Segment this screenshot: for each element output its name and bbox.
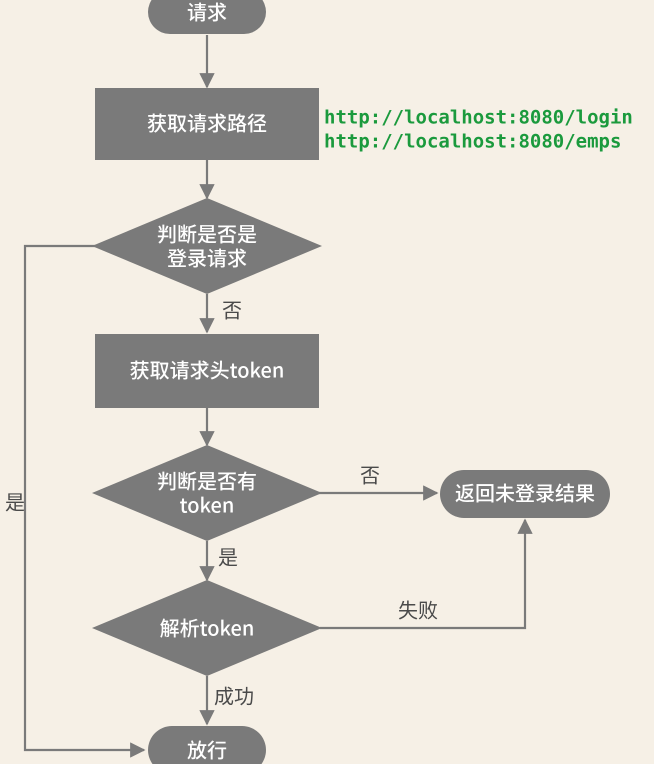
edge-label-islogin-no: 否 <box>222 294 242 323</box>
edge-label-hastoken-no: 否 <box>360 459 380 488</box>
edge-label-parsetoken-fail: 失败 <box>398 594 438 623</box>
node-pass: 放行 <box>148 726 266 764</box>
node-parse-token-label: 解析token <box>160 612 255 641</box>
edge-label-islogin-yes: 是 <box>5 486 25 515</box>
node-has-token-label2: token <box>180 489 235 518</box>
edge-label-hastoken-yes: 是 <box>218 541 238 570</box>
node-has-token: 判断是否有 token <box>92 445 322 541</box>
annotation-url-2: http://localhost:8080/emps <box>324 131 621 153</box>
node-not-logged-in: 返回未登录结果 <box>440 470 610 518</box>
node-start-label: 请求 <box>187 0 227 25</box>
node-is-login: 判断是否是 登录请求 <box>92 198 322 294</box>
node-get-path-label: 获取请求路径 <box>147 107 267 136</box>
node-get-token-label: 获取请求头token <box>130 354 285 383</box>
node-is-login-label2: 登录请求 <box>167 242 247 271</box>
edge-label-parsetoken-ok: 成功 <box>214 680 254 709</box>
annotation-url-1: http://localhost:8080/login <box>324 107 633 129</box>
node-get-path: 获取请求路径 <box>95 88 319 160</box>
node-start: 请求 <box>148 0 266 34</box>
node-parse-token: 解析token <box>92 580 322 676</box>
node-not-logged-in-label: 返回未登录结果 <box>455 477 595 506</box>
node-get-token: 获取请求头token <box>95 334 319 408</box>
node-pass-label: 放行 <box>187 734 227 763</box>
